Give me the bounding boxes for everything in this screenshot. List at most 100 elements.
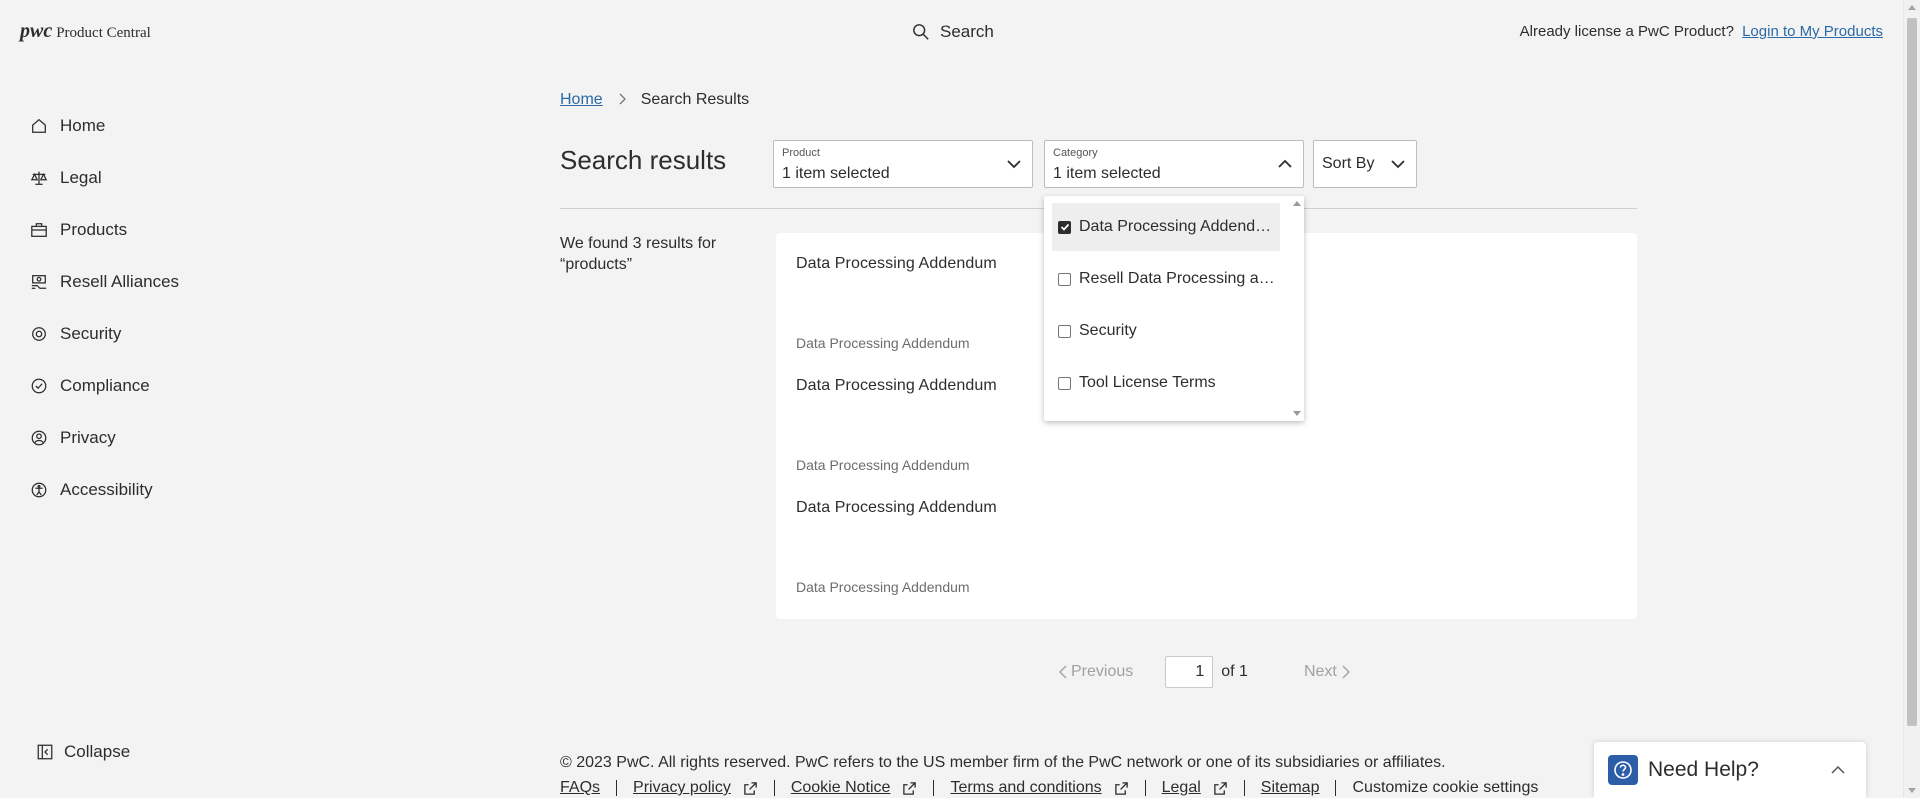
sidebar-item-label: Products [60, 220, 128, 239]
login-link[interactable]: Login to My Products [1742, 23, 1883, 40]
login-prompt: Already license a PwC Product? [1519, 23, 1734, 40]
category-option[interactable]: Resell Data Processing addendum [1052, 255, 1280, 303]
scroll-down-icon[interactable] [1908, 788, 1916, 793]
chevron-down-icon [1007, 160, 1021, 169]
sidebar-item-label: Legal [60, 168, 102, 187]
chevron-right-icon [617, 92, 627, 108]
sidebar-item-accessibility[interactable]: Accessibility [30, 464, 270, 516]
need-help-widget[interactable]: Need Help? [1594, 742, 1866, 798]
sidebar-item-label: Privacy [60, 428, 116, 447]
privacy-policy-link[interactable]: Privacy policy [633, 779, 758, 797]
login-area: Already license a PwC Product? Login to … [1520, 23, 1883, 40]
legal-link[interactable]: Legal [1162, 779, 1228, 797]
page-title: Search results [560, 145, 727, 175]
pwc-logo[interactable]: pwc Product Central [20, 20, 151, 43]
sort-by-label: Sort By [1322, 155, 1375, 172]
result-category: Data Processing Addendum [796, 457, 970, 473]
scroll-up-icon[interactable] [1908, 5, 1916, 10]
sidebar-item-label: Home [60, 116, 106, 135]
result-item[interactable]: Data Processing Addendum Data Processing… [796, 377, 997, 473]
product-filter-value: 1 item selected [782, 165, 890, 182]
divider [1243, 780, 1245, 796]
category-option[interactable]: Security [1052, 307, 1280, 355]
home-icon [32, 118, 46, 133]
search-query: “products” [560, 256, 633, 273]
category-option-label: Security [1079, 322, 1137, 339]
breadcrumb-current: Search Results [640, 91, 750, 108]
category-filter-value: 1 item selected [1053, 165, 1161, 182]
checkbox[interactable] [1058, 324, 1071, 338]
sidebar-item-compliance[interactable]: Compliance [30, 360, 270, 412]
sidebar-item-resell-alliances[interactable]: Resell Alliances [30, 256, 270, 308]
result-title[interactable]: Data Processing Addendum [796, 255, 997, 273]
divider [1335, 780, 1337, 796]
sitemap-label: Sitemap [1260, 779, 1320, 796]
sidebar-item-label: Security [60, 324, 122, 343]
footer-links: FAQs Privacy policy Cookie Notice Terms … [560, 779, 1538, 797]
sidebar-item-privacy[interactable]: Privacy [30, 412, 270, 464]
sidebar-item-products[interactable]: Products [30, 204, 270, 256]
collapse-label: Collapse [64, 742, 131, 761]
sitemap-link[interactable]: Sitemap [1261, 779, 1320, 797]
chevron-down-icon [1391, 160, 1405, 169]
terms-link[interactable]: Terms and conditions [950, 779, 1128, 797]
scroll-up-icon[interactable] [1293, 201, 1301, 206]
shield-icon [32, 327, 46, 341]
result-item[interactable]: Data Processing Addendum Data Processing… [796, 255, 997, 351]
faqs-label: FAQs [560, 779, 601, 796]
category-option[interactable]: Tool License Terms [1052, 359, 1280, 407]
breadcrumb: Home Search Results [560, 91, 749, 109]
scales-icon [30, 171, 48, 185]
product-filter-select[interactable]: Product 1 item selected [773, 140, 1033, 188]
checkbox[interactable] [1058, 376, 1071, 390]
page-scrollbar[interactable] [1903, 0, 1920, 798]
sidebar-item-legal[interactable]: Legal [30, 152, 270, 204]
result-title[interactable]: Data Processing Addendum [796, 377, 997, 395]
scrollbar-thumb[interactable] [1907, 18, 1917, 726]
scroll-down-icon[interactable] [1293, 411, 1301, 416]
chevron-right-icon [1342, 665, 1350, 679]
sidebar-item-label: Compliance [60, 376, 150, 395]
divider [616, 780, 618, 796]
customize-cookie-settings-button[interactable]: Customize cookie settings [1352, 779, 1538, 797]
sidebar-nav: Home Legal Products Resell Alliances Sec… [30, 100, 270, 516]
collapse-button[interactable]: Collapse [36, 742, 130, 762]
privacy-label: Privacy policy [633, 779, 731, 796]
next-page-button[interactable]: Next [1304, 663, 1351, 681]
results-summary: We found 3 results for “products” [560, 233, 730, 275]
category-option[interactable]: Data Processing Addendum [1052, 203, 1280, 251]
category-filter-select[interactable]: Category 1 item selected [1044, 140, 1304, 188]
found-suffix: results for [646, 235, 717, 252]
breadcrumb-home-link[interactable]: Home [560, 91, 603, 109]
search-bar[interactable]: Search [912, 22, 994, 42]
external-link-icon [903, 781, 917, 795]
logo-text: Product Central [56, 25, 151, 41]
previous-page-button[interactable]: Previous [1058, 663, 1133, 681]
sidebar-item-home[interactable]: Home [30, 100, 270, 152]
dropdown-scrollbar[interactable] [1290, 196, 1304, 421]
external-link-icon [1214, 781, 1227, 795]
external-link-icon [744, 781, 757, 795]
sidebar-item-security[interactable]: Security [30, 308, 270, 360]
category-dropdown-menu: Data Processing Addendum Resell Data Pro… [1044, 196, 1304, 421]
found-prefix: We found [560, 235, 629, 252]
page-number-input[interactable] [1165, 656, 1214, 688]
result-item[interactable]: Data Processing Addendum Data Processing… [796, 499, 997, 595]
faqs-link[interactable]: FAQs [560, 779, 600, 797]
chevron-up-icon [1278, 159, 1292, 168]
checkbox-checked[interactable] [1058, 220, 1071, 234]
sidebar-item-label: Resell Alliances [60, 272, 180, 291]
divider [933, 780, 935, 796]
collapse-icon [37, 744, 53, 760]
chevron-left-icon [1059, 665, 1067, 679]
handshake-icon [31, 275, 47, 289]
logo-mark: pwc [20, 20, 53, 42]
search-placeholder: Search [940, 22, 994, 41]
category-option-label: Resell Data Processing addendum [1079, 270, 1275, 287]
result-title[interactable]: Data Processing Addendum [796, 499, 997, 517]
checkbox[interactable] [1058, 272, 1071, 286]
found-count: 3 [632, 235, 642, 252]
question-icon [1614, 761, 1632, 779]
cookie-notice-link[interactable]: Cookie Notice [791, 779, 918, 797]
sort-by-select[interactable]: Sort By [1313, 140, 1417, 188]
